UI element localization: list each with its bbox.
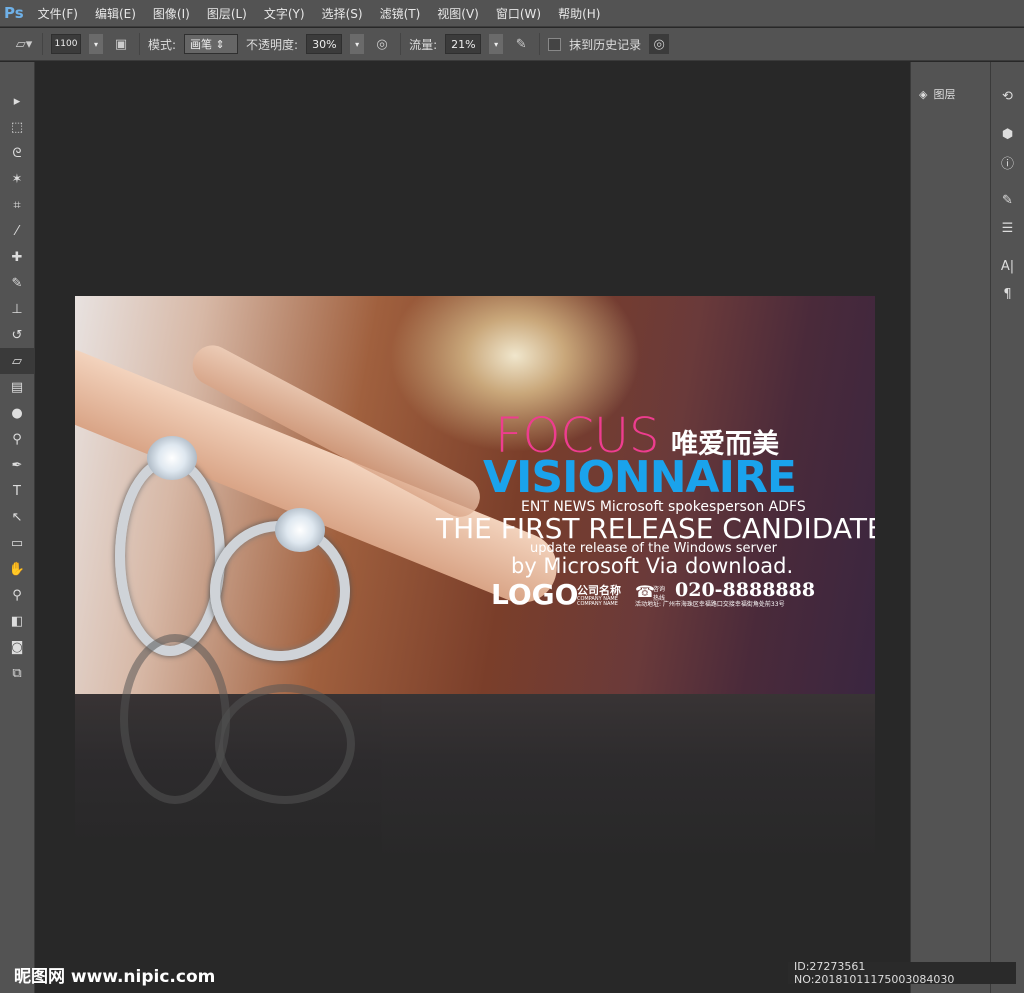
- opacity-label: 不透明度:: [246, 37, 299, 52]
- menu-help[interactable]: 帮助(H): [558, 5, 600, 22]
- logo-text: LOGO: [491, 578, 579, 611]
- flow-input[interactable]: 21%: [445, 34, 482, 54]
- menu-select[interactable]: 选择(S): [322, 5, 363, 22]
- divider: [42, 33, 43, 55]
- opacity-dropdown[interactable]: ▾: [350, 34, 365, 54]
- watermark-site: 昵图网 www.nipic.com: [14, 967, 216, 987]
- healing-brush-tool-icon[interactable]: ✚: [0, 244, 34, 270]
- ring-left: [115, 456, 225, 656]
- company-en-2: COMPANY NAME: [577, 601, 618, 607]
- phone-number: 020-8888888: [675, 579, 816, 601]
- quick-mask-icon[interactable]: ◙: [0, 634, 34, 660]
- options-bar: ▱▾ 1100 ▾ ▣ 模式: 画笔 ⇕ 不透明度: 30% ▾ ◎ 流量: 21%…: [0, 28, 1024, 61]
- menu-layer[interactable]: 图层(L): [207, 5, 247, 22]
- zoom-tool-icon[interactable]: ⚲: [0, 582, 34, 608]
- layers-label: 图层: [933, 88, 956, 101]
- divider: [539, 33, 541, 55]
- flow-value: 21%: [451, 37, 476, 51]
- blur-tool-icon[interactable]: ●: [0, 400, 34, 426]
- character-panel-icon[interactable]: A|: [991, 252, 1024, 280]
- airbrush-icon[interactable]: ✎: [511, 34, 531, 54]
- crop-tool-icon[interactable]: ⌗: [0, 192, 34, 218]
- menu-type[interactable]: 文字(Y): [264, 5, 305, 22]
- address-text: 活动地址: 广州市海珠区幸福路口交接幸福街角处前33号: [635, 601, 785, 608]
- brush-dropdown[interactable]: ▾: [89, 34, 103, 54]
- adjustments-panel-icon[interactable]: ☰: [991, 214, 1024, 242]
- photoshop-logo: Ps: [4, 4, 24, 22]
- paragraph-panel-icon[interactable]: ¶: [991, 280, 1024, 308]
- eraser-tool-icon[interactable]: ▱: [0, 348, 34, 374]
- hand-tool-icon[interactable]: ✋: [0, 556, 34, 582]
- mode-label: 模式:: [148, 37, 177, 52]
- divider: [400, 33, 402, 55]
- opacity-input[interactable]: 30%: [306, 34, 343, 54]
- flow-dropdown[interactable]: ▾: [489, 34, 504, 54]
- path-selection-tool-icon[interactable]: ↖: [0, 504, 34, 530]
- history-panel-icon[interactable]: ⟲: [991, 82, 1024, 110]
- diamond-right: [275, 508, 325, 552]
- 3d-panel-icon[interactable]: ⬢: [991, 120, 1024, 148]
- tools-panel: ▸ ⬚ ᘓ ✶ ⌗ ⁄ ✚ ✎ ⊥ ↺ ▱ ▤ ● ⚲ ✒ T ↖ ▭ ✋ ⚲ …: [0, 62, 35, 993]
- erase-to-history-checkbox[interactable]: [548, 37, 562, 51]
- eraser-tool-preset-icon[interactable]: ▱▾: [14, 34, 34, 54]
- ring-reflection: [215, 684, 355, 804]
- diamond-left: [147, 436, 197, 480]
- canvas-reflection: [75, 634, 875, 864]
- layers-panel-dock: ◈ 图层: [910, 62, 990, 993]
- by-text: by Microsoft Via download.: [511, 554, 794, 578]
- brush-size-picker[interactable]: 1100: [51, 34, 81, 54]
- menu-view[interactable]: 视图(V): [437, 5, 479, 22]
- history-brush-tool-icon[interactable]: ↺: [0, 322, 34, 348]
- move-tool-icon[interactable]: ▸: [0, 88, 34, 114]
- shape-tool-icon[interactable]: ▭: [0, 530, 34, 556]
- opacity-value: 30%: [312, 37, 337, 51]
- type-tool-icon[interactable]: T: [0, 478, 34, 504]
- pen-tool-icon[interactable]: ✒: [0, 452, 34, 478]
- flow-label: 流量:: [409, 37, 438, 52]
- brush-tool-icon[interactable]: ✎: [0, 270, 34, 296]
- eyedropper-tool-icon[interactable]: ⁄: [0, 218, 34, 244]
- pressure-opacity-icon[interactable]: ◎: [372, 34, 392, 54]
- canvas-image[interactable]: FOCUS 唯爱而美 VISIONNAIRE ENT NEWS Microsof…: [75, 296, 875, 694]
- watermark-id: ID:27273561 NO:20181011175003084030: [788, 960, 1016, 986]
- color-swatches-icon[interactable]: ◧: [0, 608, 34, 634]
- brush-size-value: 1100: [54, 39, 78, 49]
- mode-value: 画笔: [190, 38, 213, 51]
- magic-wand-tool-icon[interactable]: ✶: [0, 166, 34, 192]
- dodge-tool-icon[interactable]: ⚲: [0, 426, 34, 452]
- menu-image[interactable]: 图像(I): [153, 5, 190, 22]
- layers-icon: ◈: [919, 87, 928, 101]
- panel-icons-dock: ⟲ ⬢ ⓘ ✎ ☰ A| ¶: [990, 62, 1024, 993]
- marquee-tool-icon[interactable]: ⬚: [0, 114, 34, 140]
- menu-edit[interactable]: 编辑(E): [95, 5, 136, 22]
- brush-panel-icon[interactable]: ▣: [111, 34, 131, 54]
- menu-window[interactable]: 窗口(W): [496, 5, 541, 22]
- gradient-tool-icon[interactable]: ▤: [0, 374, 34, 400]
- screen-mode-icon[interactable]: ⧉: [0, 660, 34, 686]
- erase-to-history-label: 抹到历史记录: [569, 37, 642, 52]
- visionnaire-title: VISIONNAIRE: [483, 452, 797, 503]
- menu-file[interactable]: 文件(F): [38, 5, 78, 22]
- layers-panel-button[interactable]: ◈ 图层: [919, 86, 955, 102]
- pressure-size-icon[interactable]: ◎: [649, 34, 670, 54]
- brush-panel-icon[interactable]: ✎: [991, 186, 1024, 214]
- menu-filter[interactable]: 滤镜(T): [380, 5, 421, 22]
- info-panel-icon[interactable]: ⓘ: [991, 148, 1024, 176]
- divider: [139, 33, 140, 55]
- mode-select[interactable]: 画笔 ⇕: [184, 34, 239, 54]
- lasso-tool-icon[interactable]: ᘓ: [0, 140, 34, 166]
- ring-reflection: [120, 634, 230, 804]
- menu-bar: Ps 文件(F) 编辑(E) 图像(I) 图层(L) 文字(Y) 选择(S) 滤…: [0, 0, 1024, 27]
- clone-stamp-tool-icon[interactable]: ⊥: [0, 296, 34, 322]
